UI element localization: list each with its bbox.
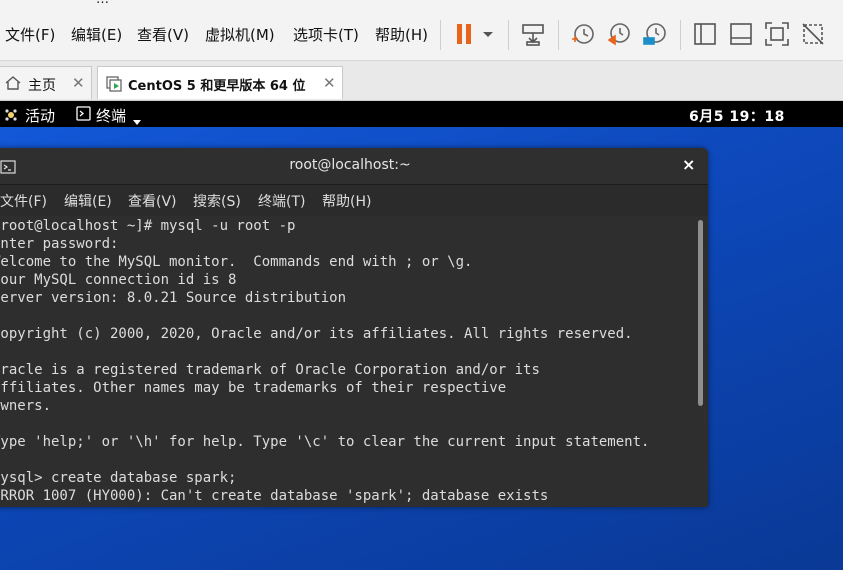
menu-view[interactable]: 查看(V) bbox=[137, 24, 189, 45]
home-icon bbox=[5, 75, 21, 91]
snapshot-manager-icon[interactable] bbox=[642, 21, 668, 47]
terminal-title-bar[interactable]: root@localhost:~ × bbox=[0, 148, 708, 185]
terminal-line: Type 'help;' or '\h' for help. Type '\c'… bbox=[0, 434, 650, 450]
dropdown-icon[interactable] bbox=[478, 21, 498, 47]
terminal-scrollbar-thumb[interactable] bbox=[698, 220, 703, 406]
gnome-top-bar: 活动 终端 6月5 19：18 bbox=[0, 101, 843, 127]
terminal-line: affiliates. Other names may be trademark… bbox=[0, 380, 507, 396]
toolbar-separator bbox=[508, 20, 509, 50]
tab-home-label: 主页 bbox=[28, 78, 56, 94]
fullscreen-icon[interactable] bbox=[764, 21, 790, 47]
terminal-title: root@localhost:~ bbox=[289, 157, 411, 173]
close-icon[interactable]: ✕ bbox=[323, 74, 336, 92]
pause-icon[interactable] bbox=[452, 21, 478, 47]
console-view-icon[interactable] bbox=[728, 21, 754, 47]
toolbar-separator bbox=[440, 20, 441, 50]
activities-button[interactable]: 活动 bbox=[25, 105, 55, 126]
window-title: … bbox=[96, 0, 109, 7]
terminal-menu-help[interactable]: 帮助(H) bbox=[322, 191, 371, 211]
vm-icon bbox=[106, 76, 122, 92]
terminal-line: [root@localhost ~]# mysql -u root -p bbox=[0, 218, 296, 234]
menu-tabs[interactable]: 选项卡(T) bbox=[293, 24, 359, 45]
vm-menubar: 文件(F) 编辑(E) 查看(V) 虚拟机(M) 选项卡(T) 帮助(H) bbox=[0, 8, 843, 61]
terminal-menubar: 文件(F) 编辑(E) 查看(V) 搜索(S) 终端(T) 帮助(H) bbox=[0, 185, 708, 215]
close-icon[interactable]: ✕ bbox=[72, 74, 85, 92]
terminal-menu-file[interactable]: 文件(F) bbox=[0, 191, 47, 211]
terminal-line: owners. bbox=[0, 398, 52, 414]
terminal-menu-terminal[interactable]: 终端(T) bbox=[258, 191, 305, 211]
guest-display[interactable]: 活动 终端 6月5 19：18 root@localhost:~ × 文件(F)… bbox=[0, 101, 843, 570]
close-icon[interactable]: × bbox=[682, 155, 695, 174]
terminal-line: Oracle is a registered trademark of Orac… bbox=[0, 362, 540, 378]
terminal-menu-view[interactable]: 查看(V) bbox=[128, 191, 177, 211]
terminal-line: mysql> create database spark; bbox=[0, 470, 237, 486]
tab-vm-label: CentOS 5 和更早版本 64 位 bbox=[128, 79, 306, 94]
chevron-down-icon bbox=[133, 111, 141, 125]
unity-icon[interactable] bbox=[800, 21, 826, 47]
snapshot-icon[interactable] bbox=[570, 21, 596, 47]
terminal-line: Welcome to the MySQL monitor. Commands e… bbox=[0, 254, 473, 270]
terminal-menu-edit[interactable]: 编辑(E) bbox=[64, 191, 112, 211]
terminal-app-icon bbox=[76, 106, 91, 121]
clock[interactable]: 6月5 19：18 bbox=[689, 106, 785, 126]
terminal-app-menu[interactable]: 终端 bbox=[96, 105, 126, 126]
terminal-window[interactable]: root@localhost:~ × 文件(F) 编辑(E) 查看(V) 搜索(… bbox=[0, 148, 708, 507]
terminal-line: ERROR 1007 (HY000): Can't create databas… bbox=[0, 488, 549, 504]
vm-tab-bar: 主页 ✕ CentOS 5 和更早版本 64 位 ✕ bbox=[0, 61, 843, 101]
send-keys-icon[interactable] bbox=[520, 21, 546, 47]
activities-icon bbox=[4, 107, 18, 121]
menu-edit[interactable]: 编辑(E) bbox=[71, 24, 122, 45]
terminal-line: Your MySQL connection id is 8 bbox=[0, 272, 237, 288]
toolbar-separator bbox=[558, 20, 559, 50]
terminal-line: Server version: 8.0.21 Source distributi… bbox=[0, 290, 347, 306]
menu-help[interactable]: 帮助(H) bbox=[375, 24, 428, 45]
vm-title-bar: … bbox=[0, 0, 843, 8]
toolbar-separator bbox=[680, 20, 681, 50]
terminal-line: Copyright (c) 2000, 2020, Oracle and/or … bbox=[0, 326, 633, 342]
revert-snapshot-icon[interactable] bbox=[606, 21, 632, 47]
tab-centos-vm[interactable]: CentOS 5 和更早版本 64 位 ✕ bbox=[97, 66, 343, 99]
terminal-line: Enter password: bbox=[0, 236, 119, 252]
menu-file[interactable]: 文件(F) bbox=[5, 24, 55, 45]
terminal-menu-search[interactable]: 搜索(S) bbox=[193, 191, 241, 211]
sidebar-view-icon[interactable] bbox=[692, 21, 718, 47]
tab-home[interactable]: 主页 ✕ bbox=[0, 66, 92, 99]
menu-vm[interactable]: 虚拟机(M) bbox=[205, 24, 275, 45]
terminal-output[interactable]: [root@localhost ~]# mysql -u root -p Ent… bbox=[0, 216, 708, 507]
